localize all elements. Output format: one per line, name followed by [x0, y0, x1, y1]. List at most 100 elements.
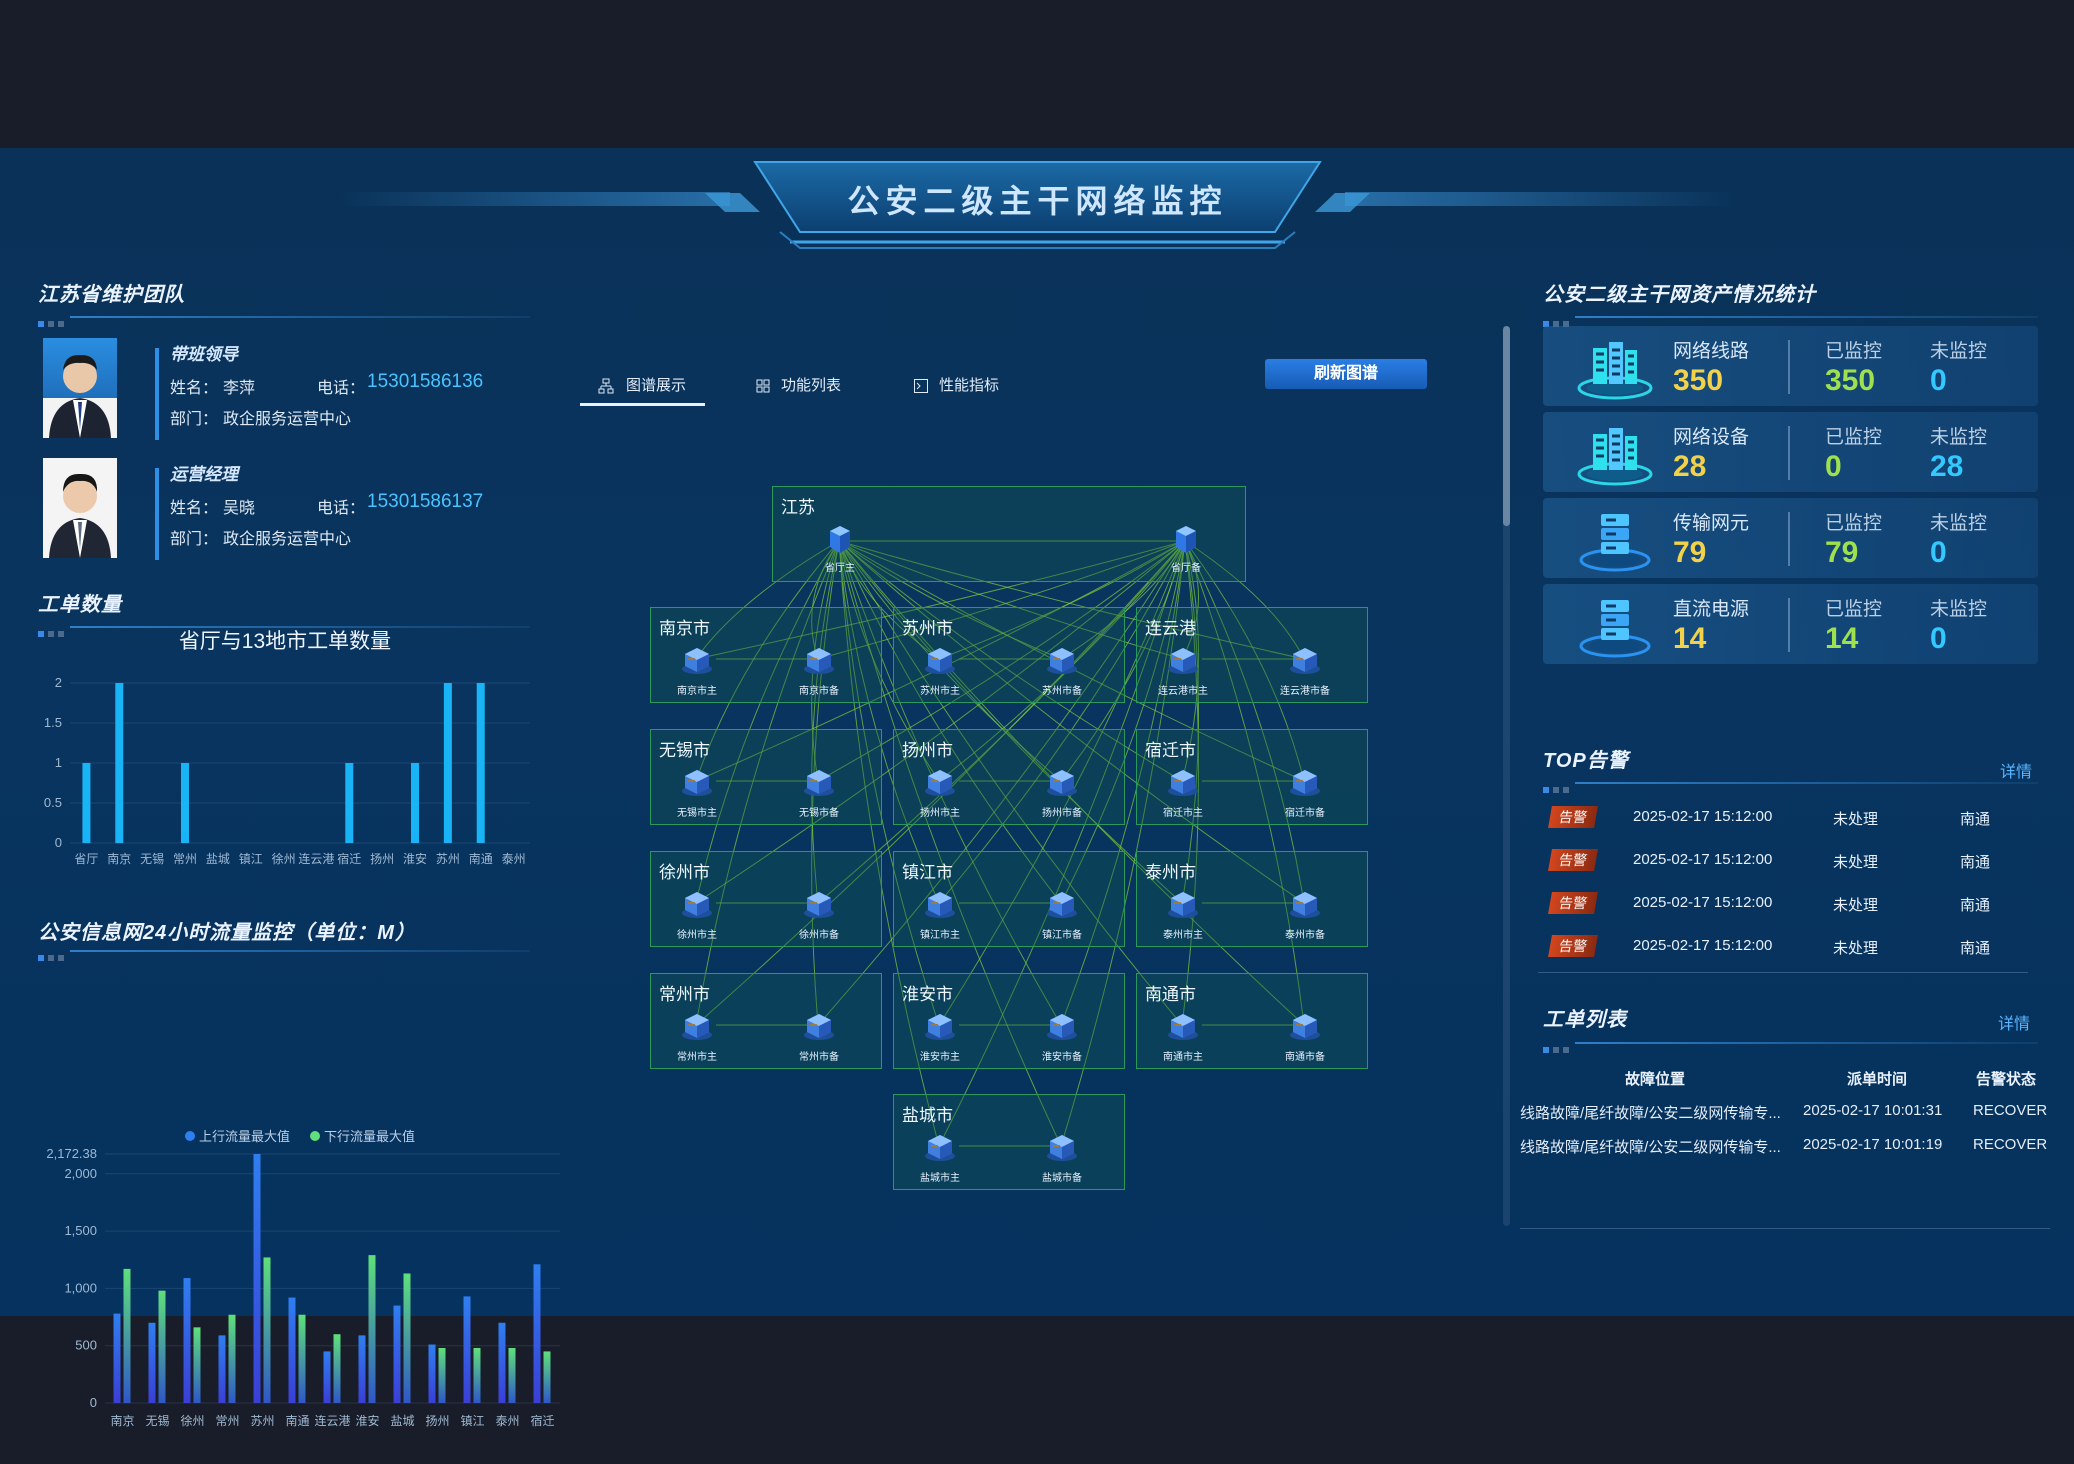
device-label: 扬州市主 — [920, 808, 960, 819]
section-dots — [1543, 314, 1573, 327]
y-tick-label: 0 — [90, 1395, 97, 1410]
alarm-time: 2025-02-17 15:12:00 — [1633, 851, 1773, 868]
section-divider — [1575, 1042, 2038, 1044]
router-device-icon[interactable] — [1285, 764, 1325, 798]
topology-city-node[interactable]: 淮安市 淮安市主 淮安市备 — [893, 973, 1125, 1069]
router-device-icon[interactable] — [799, 642, 839, 676]
router-device-icon[interactable] — [1285, 886, 1325, 920]
asset-name: 网络设备 — [1673, 427, 1750, 448]
router-device-icon[interactable] — [920, 642, 960, 676]
bar-泰州-down[interactable] — [508, 1347, 516, 1403]
workorders-detail-link[interactable]: 详情 — [1998, 1010, 2030, 1034]
x-tick-label: 南通 — [285, 1413, 309, 1428]
separator — [1788, 340, 1790, 394]
topology-city-node[interactable]: 扬州市 扬州市主 扬州市备 — [893, 729, 1125, 825]
router-device-icon[interactable] — [1285, 642, 1325, 676]
alarm-row[interactable]: 告警 2025-02-17 15:12:00 未处理 南通 — [1548, 931, 2030, 961]
scrollbar-thumb[interactable] — [1503, 326, 1510, 526]
router-device-icon[interactable] — [1171, 523, 1211, 557]
router-device-icon[interactable] — [920, 1008, 960, 1042]
topology-city-node[interactable]: 盐城市 盐城市主 盐城市备 — [893, 1094, 1125, 1190]
alarm-row[interactable]: 告警 2025-02-17 15:12:00 未处理 南通 — [1548, 845, 2030, 875]
bar-扬州-up[interactable] — [428, 1344, 436, 1403]
divider — [1538, 972, 2028, 973]
bar-连云港-up[interactable] — [323, 1351, 331, 1403]
router-device-icon[interactable] — [677, 886, 717, 920]
topology-root-jiangsu[interactable]: 江苏 省厅主 省厅备 — [772, 486, 1246, 582]
y-tick-label: 500 — [75, 1338, 97, 1353]
topology-city-node[interactable]: 常州市 常州市主 常州市备 — [650, 973, 882, 1069]
workorder-location[interactable]: 线路故障/尾纤故障/公安二级网传输专... — [1520, 1136, 1781, 1157]
asset-name: 直流电源 — [1673, 599, 1750, 620]
topology-city-node[interactable]: 宿迁市 宿迁市主 宿迁市备 — [1136, 729, 1368, 825]
asset-monitored: 350 — [1825, 364, 1876, 397]
alarm-badge: 告警 — [1548, 849, 1598, 871]
topology-city-node[interactable]: 泰州市 泰州市主 泰州市备 — [1136, 851, 1368, 947]
router-device-icon[interactable] — [677, 642, 717, 676]
bar-连云港-down[interactable] — [333, 1334, 341, 1403]
alarm-row[interactable]: 告警 2025-02-17 15:12:00 未处理 南通 — [1548, 802, 2030, 832]
router-device-icon[interactable] — [1163, 1008, 1203, 1042]
router-device-icon[interactable] — [1042, 1129, 1082, 1163]
topology-city-node[interactable]: 连云港 连云港市主 连云港市备 — [1136, 607, 1368, 703]
divider — [1520, 1228, 2050, 1229]
bar-镇江-down[interactable] — [473, 1347, 481, 1403]
router-device-icon[interactable] — [920, 764, 960, 798]
router-device-icon[interactable] — [799, 764, 839, 798]
bar-常州-up[interactable] — [218, 1335, 226, 1403]
workorder-location[interactable]: 线路故障/尾纤故障/公安二级网传输专... — [1520, 1102, 1781, 1123]
server-icon — [1577, 594, 1653, 658]
alarm-badge: 告警 — [1548, 935, 1598, 957]
bar-泰州-up[interactable] — [498, 1322, 506, 1403]
topology-city-node[interactable]: 南通市 南通市主 南通市备 — [1136, 973, 1368, 1069]
node-group-label: 淮安市 — [902, 985, 953, 1004]
router-device-icon[interactable] — [677, 1008, 717, 1042]
router-device-icon[interactable] — [1163, 886, 1203, 920]
bar-淮安-up[interactable] — [358, 1335, 366, 1403]
alarm-time: 2025-02-17 15:12:00 — [1633, 894, 1773, 911]
topology-city-node[interactable]: 南京市 南京市主 南京市备 — [650, 607, 882, 703]
router-device-icon[interactable] — [1042, 1008, 1082, 1042]
x-tick-label: 淮安 — [355, 1413, 379, 1428]
topology-city-node[interactable]: 镇江市 镇江市主 镇江市备 — [893, 851, 1125, 947]
router-device-icon[interactable] — [799, 1008, 839, 1042]
alarm-status: 未处理 — [1833, 940, 1879, 957]
bar-南通-down[interactable] — [298, 1314, 306, 1403]
bar-徐州-down[interactable] — [193, 1327, 201, 1403]
asset-unmonitored: 28 — [1930, 450, 1964, 483]
router-device-icon[interactable] — [920, 886, 960, 920]
bar-宿迁-down[interactable] — [543, 1351, 551, 1403]
device-label: 宿迁市备 — [1285, 808, 1325, 819]
topology-link — [838, 540, 1062, 904]
alarm-location: 南通 — [1960, 897, 1991, 914]
bar-常州-down[interactable] — [228, 1314, 236, 1403]
bar-盐城-up[interactable] — [393, 1305, 401, 1403]
bar-扬州-down[interactable] — [438, 1347, 446, 1403]
x-tick-label: 盐城 — [390, 1414, 414, 1428]
alarms-detail-link[interactable]: 详情 — [2000, 758, 2032, 782]
alarm-row[interactable]: 告警 2025-02-17 15:12:00 未处理 南通 — [1548, 888, 2030, 918]
router-device-icon[interactable] — [1042, 886, 1082, 920]
router-device-icon[interactable] — [677, 764, 717, 798]
device-label: 宿迁市主 — [1163, 808, 1203, 819]
topology-city-node[interactable]: 无锡市 无锡市主 无锡市备 — [650, 729, 882, 825]
x-tick-label: 苏州 — [250, 1414, 274, 1428]
topology-city-node[interactable]: 徐州市 徐州市主 徐州市备 — [650, 851, 882, 947]
unmonitored-label: 未监控 — [1930, 513, 1988, 534]
router-device-icon[interactable] — [920, 1129, 960, 1163]
router-device-icon[interactable] — [1163, 642, 1203, 676]
router-device-icon[interactable] — [1042, 764, 1082, 798]
router-device-icon[interactable] — [1163, 764, 1203, 798]
router-device-icon[interactable] — [1042, 642, 1082, 676]
topology-city-node[interactable]: 苏州市 苏州市主 苏州市备 — [893, 607, 1125, 703]
router-device-icon[interactable] — [825, 523, 865, 557]
center-scrollbar[interactable] — [1503, 326, 1510, 1226]
node-group-label: 徐州市 — [659, 863, 710, 882]
node-group-label: 泰州市 — [1145, 863, 1196, 882]
bar-无锡-up[interactable] — [148, 1322, 156, 1403]
bar-南京-up[interactable] — [113, 1313, 121, 1403]
router-device-icon[interactable] — [1285, 1008, 1325, 1042]
alarm-time: 2025-02-17 15:12:00 — [1633, 808, 1773, 825]
router-device-icon[interactable] — [799, 886, 839, 920]
alarm-location: 南通 — [1960, 854, 1991, 871]
